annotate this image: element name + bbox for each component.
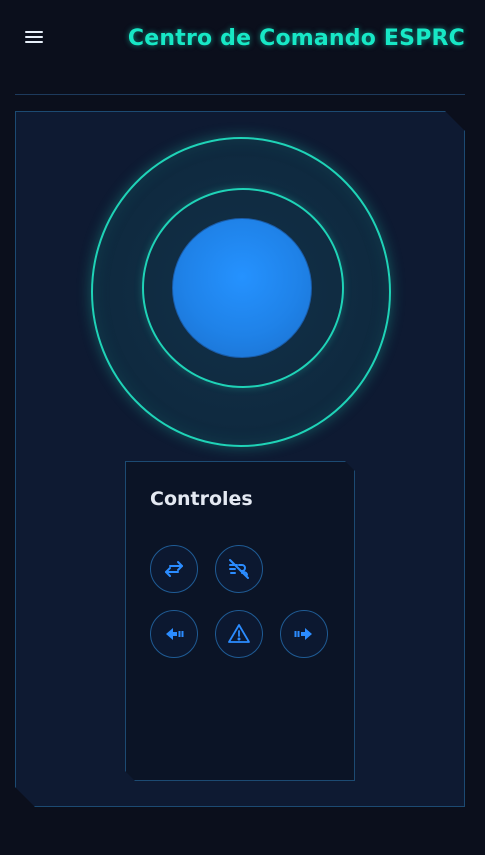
controls-panel: Controles <box>125 461 355 781</box>
right-arrow-icon <box>292 622 316 646</box>
header-divider <box>15 94 465 95</box>
joystick[interactable] <box>91 137 391 447</box>
warning-button[interactable] <box>215 610 263 658</box>
right-arrow-button[interactable] <box>280 610 328 658</box>
top-bar: Centro de Comando ESPRC <box>0 0 485 80</box>
warning-triangle-icon <box>227 622 251 646</box>
menu-line <box>25 41 43 43</box>
left-arrow-icon <box>162 622 186 646</box>
left-arrow-button[interactable] <box>150 610 198 658</box>
menu-line <box>25 31 43 33</box>
menu-line <box>25 36 43 38</box>
controls-title: Controles <box>150 488 253 510</box>
joystick-knob[interactable] <box>172 218 312 358</box>
wind-off-icon <box>227 557 251 581</box>
swap-direction-icon <box>162 557 186 581</box>
swap-direction-button[interactable] <box>150 545 198 593</box>
wind-off-button[interactable] <box>215 545 263 593</box>
main-panel: Controles <box>15 111 465 807</box>
app-title: Centro de Comando ESPRC <box>127 26 465 51</box>
hamburger-menu-icon[interactable] <box>24 28 46 46</box>
